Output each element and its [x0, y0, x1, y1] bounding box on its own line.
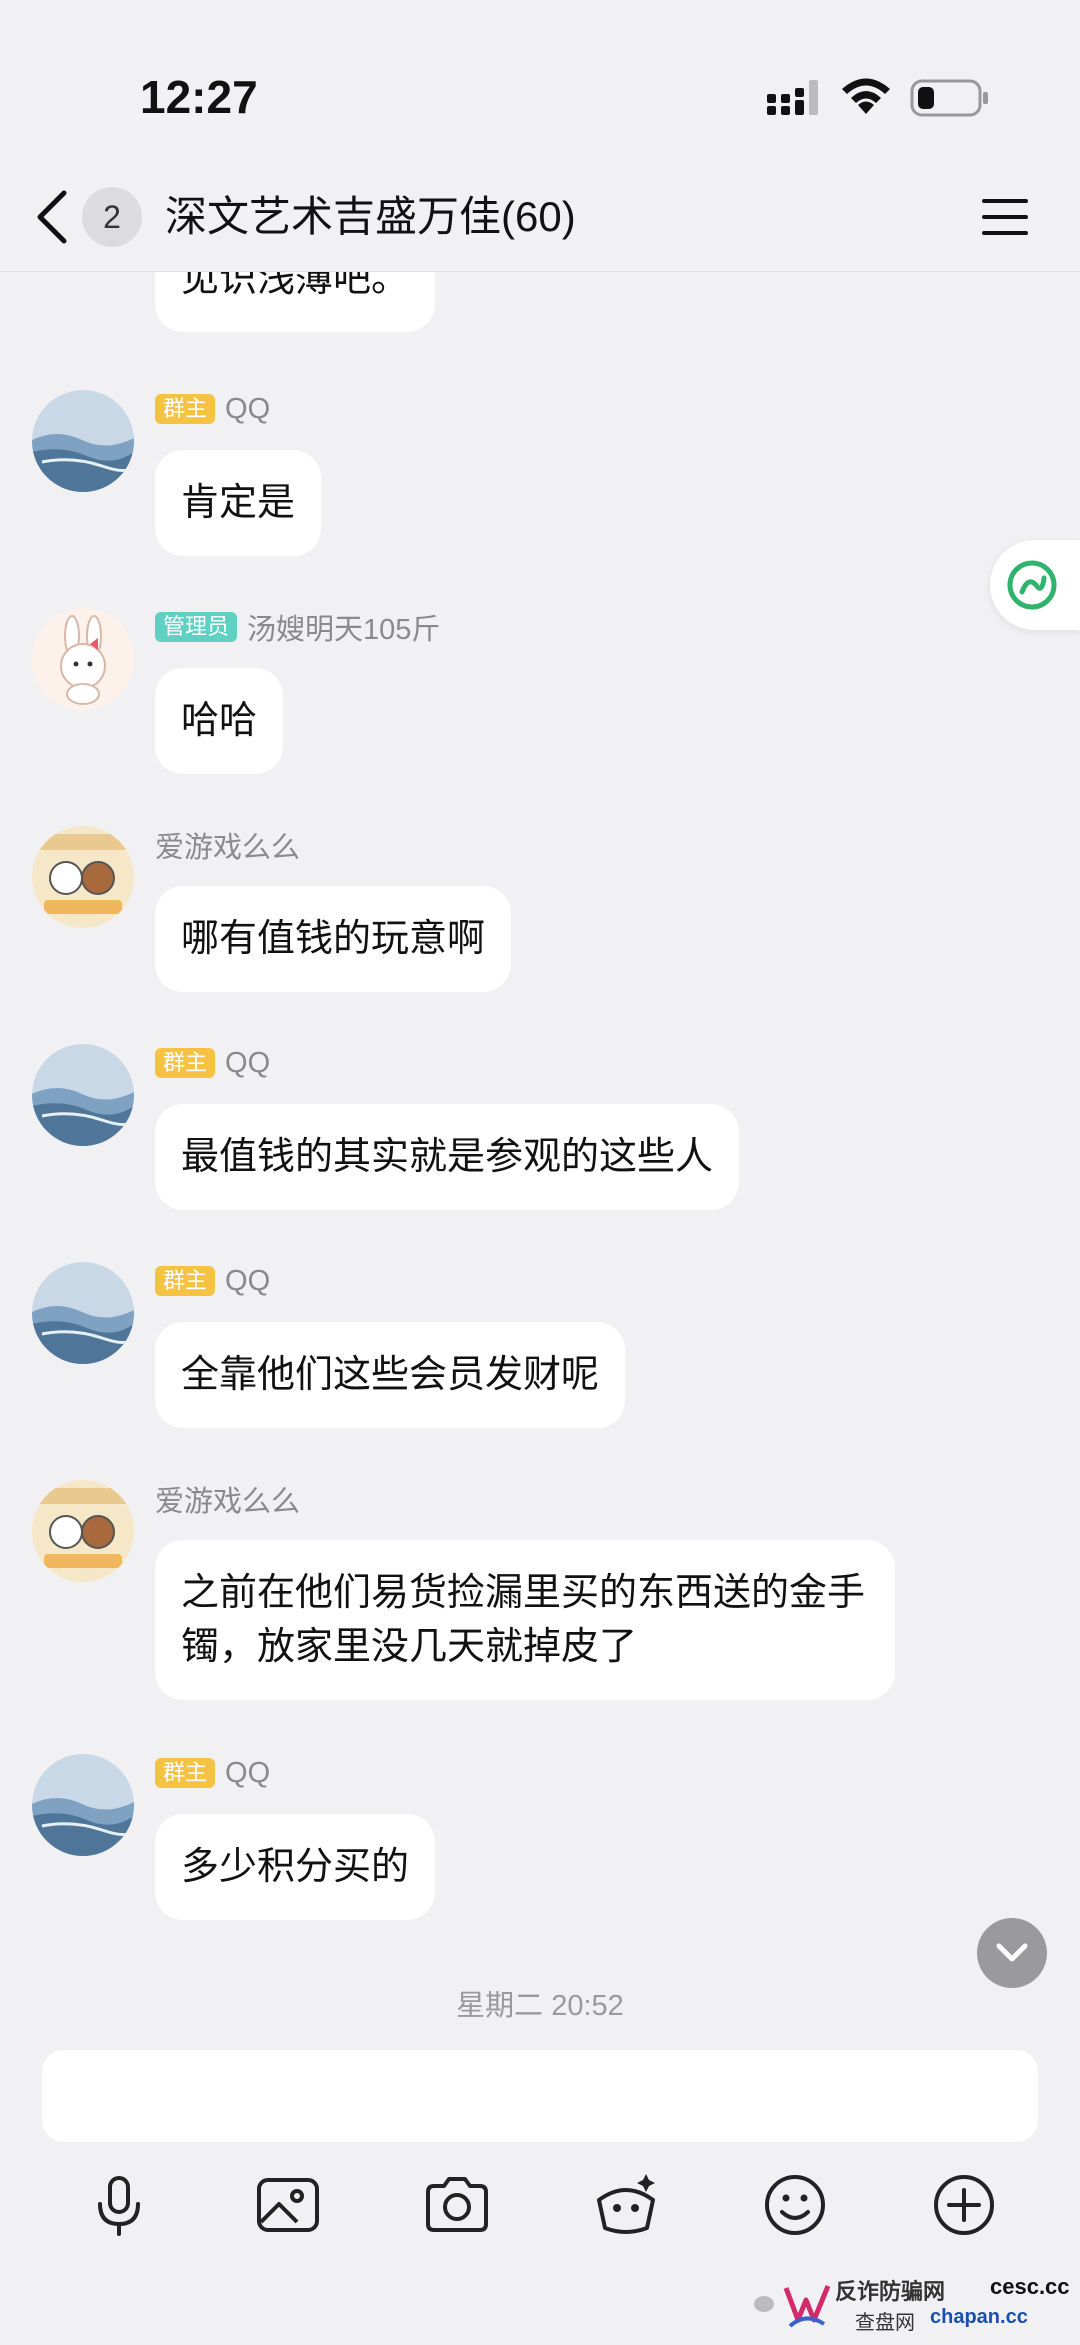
sender-row: 爱游戏么么: [155, 828, 300, 864]
avatar[interactable]: [32, 826, 134, 928]
message-bubble[interactable]: 之前在他们易货捡漏里买的东西送的金手镯，放家里没几天就掉皮了: [155, 1540, 895, 1700]
floating-assistant-tab[interactable]: [990, 540, 1080, 630]
sender-name[interactable]: QQ: [225, 1047, 270, 1080]
message-timestamp: 星期二 20:52: [456, 1990, 624, 2022]
watermark-domain: chapan.cc: [930, 2306, 1028, 2328]
watermark-text: 反诈防骗网: [835, 2279, 946, 2304]
sender-row: 群主 QQ: [155, 1264, 270, 1298]
sender-name[interactable]: QQ: [225, 393, 270, 426]
avatar[interactable]: [32, 1480, 134, 1582]
sender-row: 爱游戏么么: [155, 1482, 300, 1518]
sender-name[interactable]: QQ: [225, 1265, 270, 1298]
microphone-icon[interactable]: [84, 2170, 154, 2240]
sender-name[interactable]: 爱游戏么么: [155, 824, 300, 866]
avatar[interactable]: [32, 1754, 134, 1856]
owner-badge: 群主: [155, 1048, 216, 1078]
image-icon[interactable]: [253, 2170, 323, 2240]
message-bubble[interactable]: 肯定是: [155, 450, 322, 556]
avatar[interactable]: [32, 1044, 134, 1146]
plus-icon[interactable]: [929, 2170, 999, 2240]
camera-icon[interactable]: [422, 2170, 492, 2240]
assistant-icon: [1007, 560, 1057, 610]
sender-row: 群主 QQ: [155, 1046, 270, 1080]
message-bubble[interactable]: 最值钱的其实就是参观的这些人: [155, 1104, 740, 1210]
avatar[interactable]: [32, 390, 134, 492]
wifi-icon: [842, 78, 890, 114]
red-packet-icon[interactable]: [591, 2170, 661, 2240]
battery-icon: [910, 79, 988, 117]
avatar[interactable]: [32, 1262, 134, 1364]
message-bubble[interactable]: 哪有值钱的玩意啊: [155, 886, 512, 992]
watermark-logo-icon: [754, 2285, 831, 2328]
back-arrow-icon[interactable]: [30, 187, 74, 247]
message-bubble[interactable]: 多少积分买的: [155, 1814, 436, 1920]
sender-row: 群主 QQ: [155, 1756, 270, 1790]
watermark: 反诈防骗网 cesc.cc 查盘网 chapan.cc: [740, 2268, 1080, 2345]
owner-badge: 群主: [155, 394, 216, 424]
emoji-icon[interactable]: [760, 2170, 830, 2240]
message-input[interactable]: [42, 2050, 1038, 2142]
chat-header: 2 深文艺术吉盛万佳(60): [0, 165, 1080, 272]
message-bubble[interactable]: 见识浅薄吧。: [155, 272, 436, 332]
sender-row: 群主 QQ: [155, 392, 270, 426]
sender-name[interactable]: QQ: [225, 1757, 270, 1790]
status-bar: 12:27: [0, 0, 1080, 165]
message-bubble[interactable]: 全靠他们这些会员发财呢: [155, 1322, 626, 1428]
menu-icon[interactable]: [980, 195, 1030, 239]
owner-badge: 群主: [155, 1266, 216, 1296]
message-bubble[interactable]: 哈哈: [155, 668, 284, 774]
avatar[interactable]: [32, 608, 134, 710]
sender-row: 管理员 汤嫂明天105斤: [155, 610, 440, 646]
scroll-to-bottom-button[interactable]: [977, 1918, 1047, 1988]
watermark-text: 查盘网: [855, 2312, 915, 2334]
sender-name[interactable]: 爱游戏么么: [155, 1478, 300, 1520]
owner-badge: 群主: [155, 1758, 216, 1788]
unread-count-badge[interactable]: 2: [82, 187, 142, 247]
chevron-down-icon: [996, 1943, 1028, 1962]
admin-badge: 管理员: [155, 612, 238, 642]
watermark-domain: cesc.cc: [990, 2274, 1070, 2299]
chat-area[interactable]: 见识浅薄吧。 群主 QQ 肯定是 管理员 汤嫂明天105斤 哈哈 爱游戏么么 哪…: [0, 272, 1080, 2032]
status-time: 12:27: [140, 71, 258, 123]
sender-name[interactable]: 汤嫂明天105斤: [247, 606, 440, 648]
group-title: 深文艺术吉盛万佳(60): [165, 193, 576, 240]
cellular-signal-icon: [767, 80, 818, 115]
